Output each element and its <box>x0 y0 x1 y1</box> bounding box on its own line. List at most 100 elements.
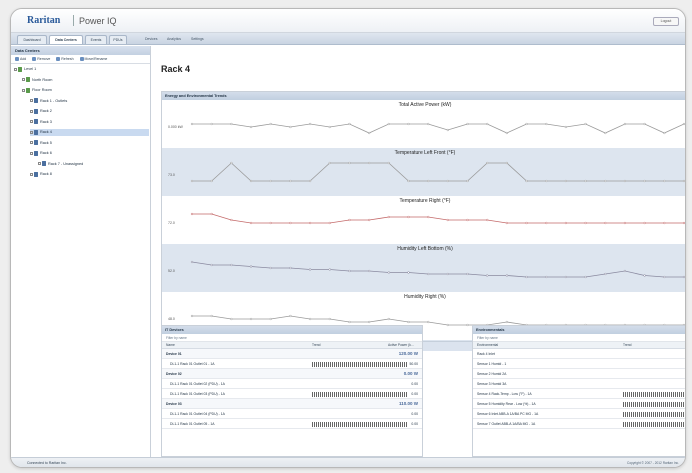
environmentals-filter[interactable]: Filter by name <box>473 334 685 342</box>
move-rename-button[interactable]: Move/Rename <box>79 57 107 62</box>
remove-button[interactable]: Remove <box>32 57 50 62</box>
col-name[interactable]: Name <box>166 342 175 349</box>
trend-sparkbars <box>312 422 408 427</box>
chart-point <box>604 131 607 135</box>
device-group-row[interactable]: Device 03 110.00 W <box>162 399 422 409</box>
active-power-value: 0.00 <box>411 422 418 426</box>
table-row[interactable]: Sensor 4 Rack-Temp - Low (°F) - 1A <box>473 389 685 399</box>
tree-item[interactable]: Rack 6 <box>30 150 149 157</box>
tree-item[interactable]: Rack 8 <box>30 171 149 178</box>
tree-item-label: Rack 5 <box>40 140 52 145</box>
tree-item[interactable]: Rack 1 - Outlets <box>30 98 149 105</box>
chart-point <box>407 215 410 219</box>
table-row[interactable]: DL1-1 Rack 01 Outlet 05 - 1A 0.00 <box>162 419 422 429</box>
table-row[interactable]: Sensor 3 Humid 3A <box>473 379 685 389</box>
chart-point <box>584 221 587 225</box>
chart-point <box>289 266 292 270</box>
chart-point <box>486 218 489 222</box>
tab-dashboard[interactable]: Dashboard <box>17 35 47 44</box>
logout-button[interactable]: Logout <box>653 17 679 26</box>
table-row[interactable]: Sensor 1 Humid - 1 <box>473 359 685 369</box>
chart-point <box>623 269 627 273</box>
expand-toggle-icon[interactable] <box>30 151 33 155</box>
col-trend[interactable]: Trend <box>312 342 321 349</box>
chart-point <box>525 179 528 183</box>
nav-link-devices[interactable]: Devices <box>145 36 157 43</box>
chart-point <box>367 320 371 324</box>
nav-link-analytics[interactable]: Analytics <box>167 36 181 43</box>
tree-item-label: North Room <box>32 77 53 82</box>
device-group-row[interactable]: Device 01 120.00 W <box>162 349 422 359</box>
table-row[interactable]: DL1-1 Rack 01 Outlet 04 (PDU) - 1A 0.00 <box>162 409 422 419</box>
chart-point <box>584 275 587 279</box>
chart-point <box>328 221 331 225</box>
col-environmental[interactable]: Environmental <box>477 342 498 349</box>
tree-item[interactable]: Rack 4 <box>30 129 149 136</box>
chart-point <box>525 122 528 126</box>
add-button[interactable]: Add <box>15 57 26 62</box>
chart-point <box>427 320 430 324</box>
tab-pdus[interactable]: PDUs <box>109 35 127 44</box>
expand-toggle-icon[interactable] <box>22 88 25 92</box>
chart-series-line <box>192 213 684 224</box>
tab-data-centers[interactable]: Data Centers <box>49 35 83 44</box>
chart-point <box>505 221 509 225</box>
expand-toggle-icon[interactable] <box>14 67 17 71</box>
tab-events[interactable]: Events <box>85 35 107 44</box>
trend-sparkbars <box>623 402 685 407</box>
table-row[interactable]: Sensor 2 Humid 2A <box>473 369 685 379</box>
active-power-value: 50.00 <box>409 362 419 366</box>
table-row[interactable]: Rack 4 Inlet <box>473 349 685 359</box>
device-name: Device 03 <box>166 402 182 406</box>
chart-point <box>663 221 666 225</box>
tree-item[interactable]: Rack 5 <box>30 140 149 147</box>
sidebar: Data Centers Add Remove Refresh Move/Ren… <box>11 46 151 457</box>
table-row[interactable]: Sensor 6 Inlet ABB-A 1A/BA PC MG - 1A <box>473 409 685 419</box>
environmental-name: Sensor 4 Rack-Temp - Low (°F) - 1A <box>477 392 532 396</box>
chart-plot: 52.0 <box>168 260 685 279</box>
table-row[interactable]: Sensor 5 Humidity Rear - Low (%) - 1A <box>473 399 685 409</box>
expand-toggle-icon[interactable] <box>30 130 33 134</box>
chart-point <box>328 125 331 129</box>
tree-item[interactable]: Floor Room <box>22 87 149 94</box>
table-row[interactable]: DL1-1 Rack 01 Outlet 03 (PDU) - 1A 0.00 <box>162 389 422 399</box>
device-group-row[interactable]: Device 02 0.00 W <box>162 369 422 379</box>
expand-toggle-icon[interactable] <box>22 78 25 81</box>
chart-point <box>230 263 233 267</box>
nav-link-settings[interactable]: Settings <box>191 36 204 43</box>
it-devices-filter[interactable]: Filter by name <box>162 334 422 342</box>
chart-point <box>269 122 272 126</box>
col-active-power[interactable]: Active Power (k... <box>388 342 414 349</box>
table-row[interactable]: DL1-1 Rack 01 Outlet 01 - 1A 50.00 <box>162 359 422 369</box>
it-devices-rows: Device 01 120.00 W DL1-1 Rack 01 Outlet 01… <box>162 349 422 429</box>
tree-item[interactable]: North Room <box>22 77 149 84</box>
tree-item-label: Rack 6 <box>40 151 52 155</box>
chart-point <box>210 179 213 183</box>
expand-toggle-icon[interactable] <box>38 162 41 165</box>
tree-item-label: Level 1 <box>24 67 37 71</box>
table-row[interactable]: DL1-1 Rack 01 Outlet 02 (PDU) - 1A 0.00 <box>162 379 422 389</box>
chart-point <box>230 317 233 321</box>
tree-item[interactable]: Rack 2 <box>30 108 149 115</box>
tree-item[interactable]: Level 1 <box>14 66 149 73</box>
chart-point <box>210 122 213 126</box>
brand-logo: Raritan <box>27 15 61 26</box>
chart-point <box>427 272 430 276</box>
col-env-trend[interactable]: Trend <box>623 342 632 349</box>
expand-toggle-icon[interactable] <box>30 120 33 123</box>
chart-point <box>545 179 548 183</box>
expand-toggle-icon[interactable] <box>30 99 33 102</box>
expand-toggle-icon[interactable] <box>30 109 33 113</box>
chart-point <box>190 122 194 126</box>
expand-toggle-icon[interactable] <box>30 141 33 144</box>
chart-point <box>525 221 528 225</box>
tree-item-label: Rack 3 <box>40 119 52 124</box>
tree-item[interactable]: Rack 3 <box>30 119 149 126</box>
refresh-button[interactable]: Refresh <box>56 57 74 62</box>
chart-point <box>604 179 607 183</box>
table-row[interactable]: Sensor 7 Outlet ABB-A 1A/BA MG - 1A <box>473 419 685 429</box>
trend-sparkbars <box>623 412 685 417</box>
tree-item[interactable]: Rack 7 - Unassigned <box>38 161 149 168</box>
expand-toggle-icon[interactable] <box>30 172 33 176</box>
main-content: Rack 4 Energy and Environmental Trends T… <box>152 46 685 457</box>
